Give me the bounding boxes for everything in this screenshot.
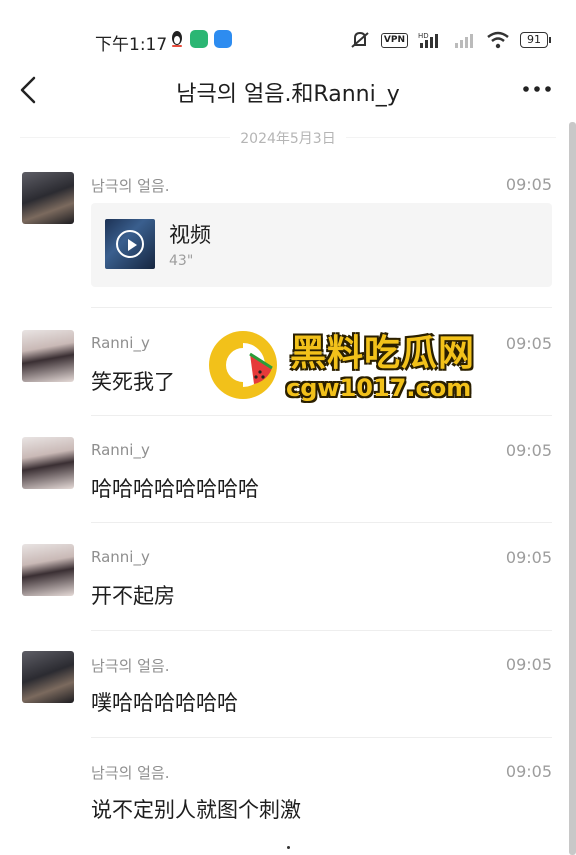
scrollbar[interactable] (569, 122, 576, 855)
qq-penguin-icon (172, 31, 182, 47)
message-text: 开不起房 (91, 584, 175, 608)
avatar[interactable] (22, 330, 74, 382)
more-options-icon[interactable] (520, 74, 554, 104)
video-duration: 43" (169, 253, 194, 269)
message-text: 说不定别人就图个刺激 (91, 798, 301, 822)
wechat-app-icon (190, 30, 208, 48)
avatar[interactable] (22, 172, 74, 224)
date-separator: 2024年5月3日 (0, 128, 576, 148)
chat-title: 남극의 얼음.和Ranni_y (176, 82, 400, 107)
avatar[interactable] (22, 437, 74, 489)
sender-name: Ranni_y (91, 334, 150, 352)
sender-name: Ranni_y (91, 548, 150, 566)
svg-text:HD: HD (418, 32, 429, 40)
status-left-icons (170, 30, 232, 48)
watermark-url: cgw1017.com (286, 374, 472, 402)
status-right-icons: VPN HD 91 (349, 30, 551, 50)
message-text: 笑死我了 (91, 370, 175, 394)
chat-header: 남극의 얼음.和Ranni_y (0, 62, 576, 118)
mute-bell-icon (351, 31, 369, 48)
message-divider (91, 737, 552, 738)
avatar[interactable] (22, 651, 74, 703)
message-divider (91, 522, 552, 523)
bottom-indicator (287, 846, 290, 849)
avatar[interactable] (22, 544, 74, 596)
watermark: 黑料吃瓜网 cgw1017.com (206, 322, 506, 410)
video-thumbnail (105, 219, 155, 269)
message-divider (91, 630, 552, 631)
play-icon (116, 230, 144, 258)
battery-indicator: 91 (520, 32, 551, 48)
status-time: 下午1:17 (95, 35, 168, 55)
watermelon-logo-icon (209, 331, 277, 399)
sender-name: 남극의 얼음. (91, 177, 170, 195)
date-label: 2024年5月3日 (230, 131, 346, 147)
message-time: 09:05 (505, 548, 552, 567)
sender-name: 남극의 얼음. (91, 657, 170, 675)
app-store-icon (214, 30, 232, 48)
message-text: 噗哈哈哈哈哈哈 (91, 691, 238, 715)
message-time: 09:05 (505, 334, 552, 353)
message-divider (91, 307, 552, 308)
wifi-icon (487, 31, 509, 49)
message-time: 09:05 (505, 175, 552, 194)
signal-weak-icon (455, 34, 473, 48)
message-divider (91, 415, 552, 416)
video-message-card[interactable]: 视频 43" (91, 203, 552, 287)
message-time: 09:05 (505, 762, 552, 781)
watermark-title: 黑料吃瓜网 (290, 333, 476, 374)
video-label: 视频 (169, 223, 211, 247)
message-time: 09:05 (505, 655, 552, 674)
sender-name: Ranni_y (91, 441, 150, 459)
hd-signal-icon: HD (418, 32, 438, 48)
vpn-icon: VPN (380, 32, 408, 48)
sender-name: 남극의 얼음. (91, 764, 170, 782)
message-time: 09:05 (505, 441, 552, 460)
message-text: 哈哈哈哈哈哈哈哈 (91, 477, 259, 501)
